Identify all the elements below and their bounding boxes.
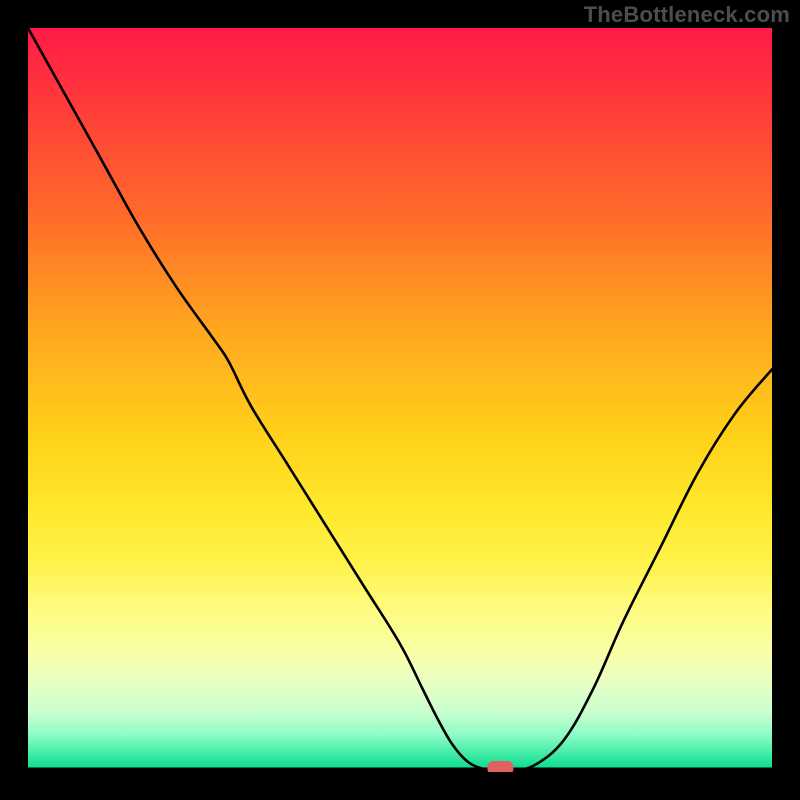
bottleneck-chart: TheBottleneck.com bbox=[0, 0, 800, 800]
optimum-marker bbox=[487, 761, 513, 772]
watermark-text: TheBottleneck.com bbox=[584, 2, 790, 28]
chart-svg bbox=[28, 28, 772, 772]
bottleneck-curve bbox=[28, 28, 772, 770]
